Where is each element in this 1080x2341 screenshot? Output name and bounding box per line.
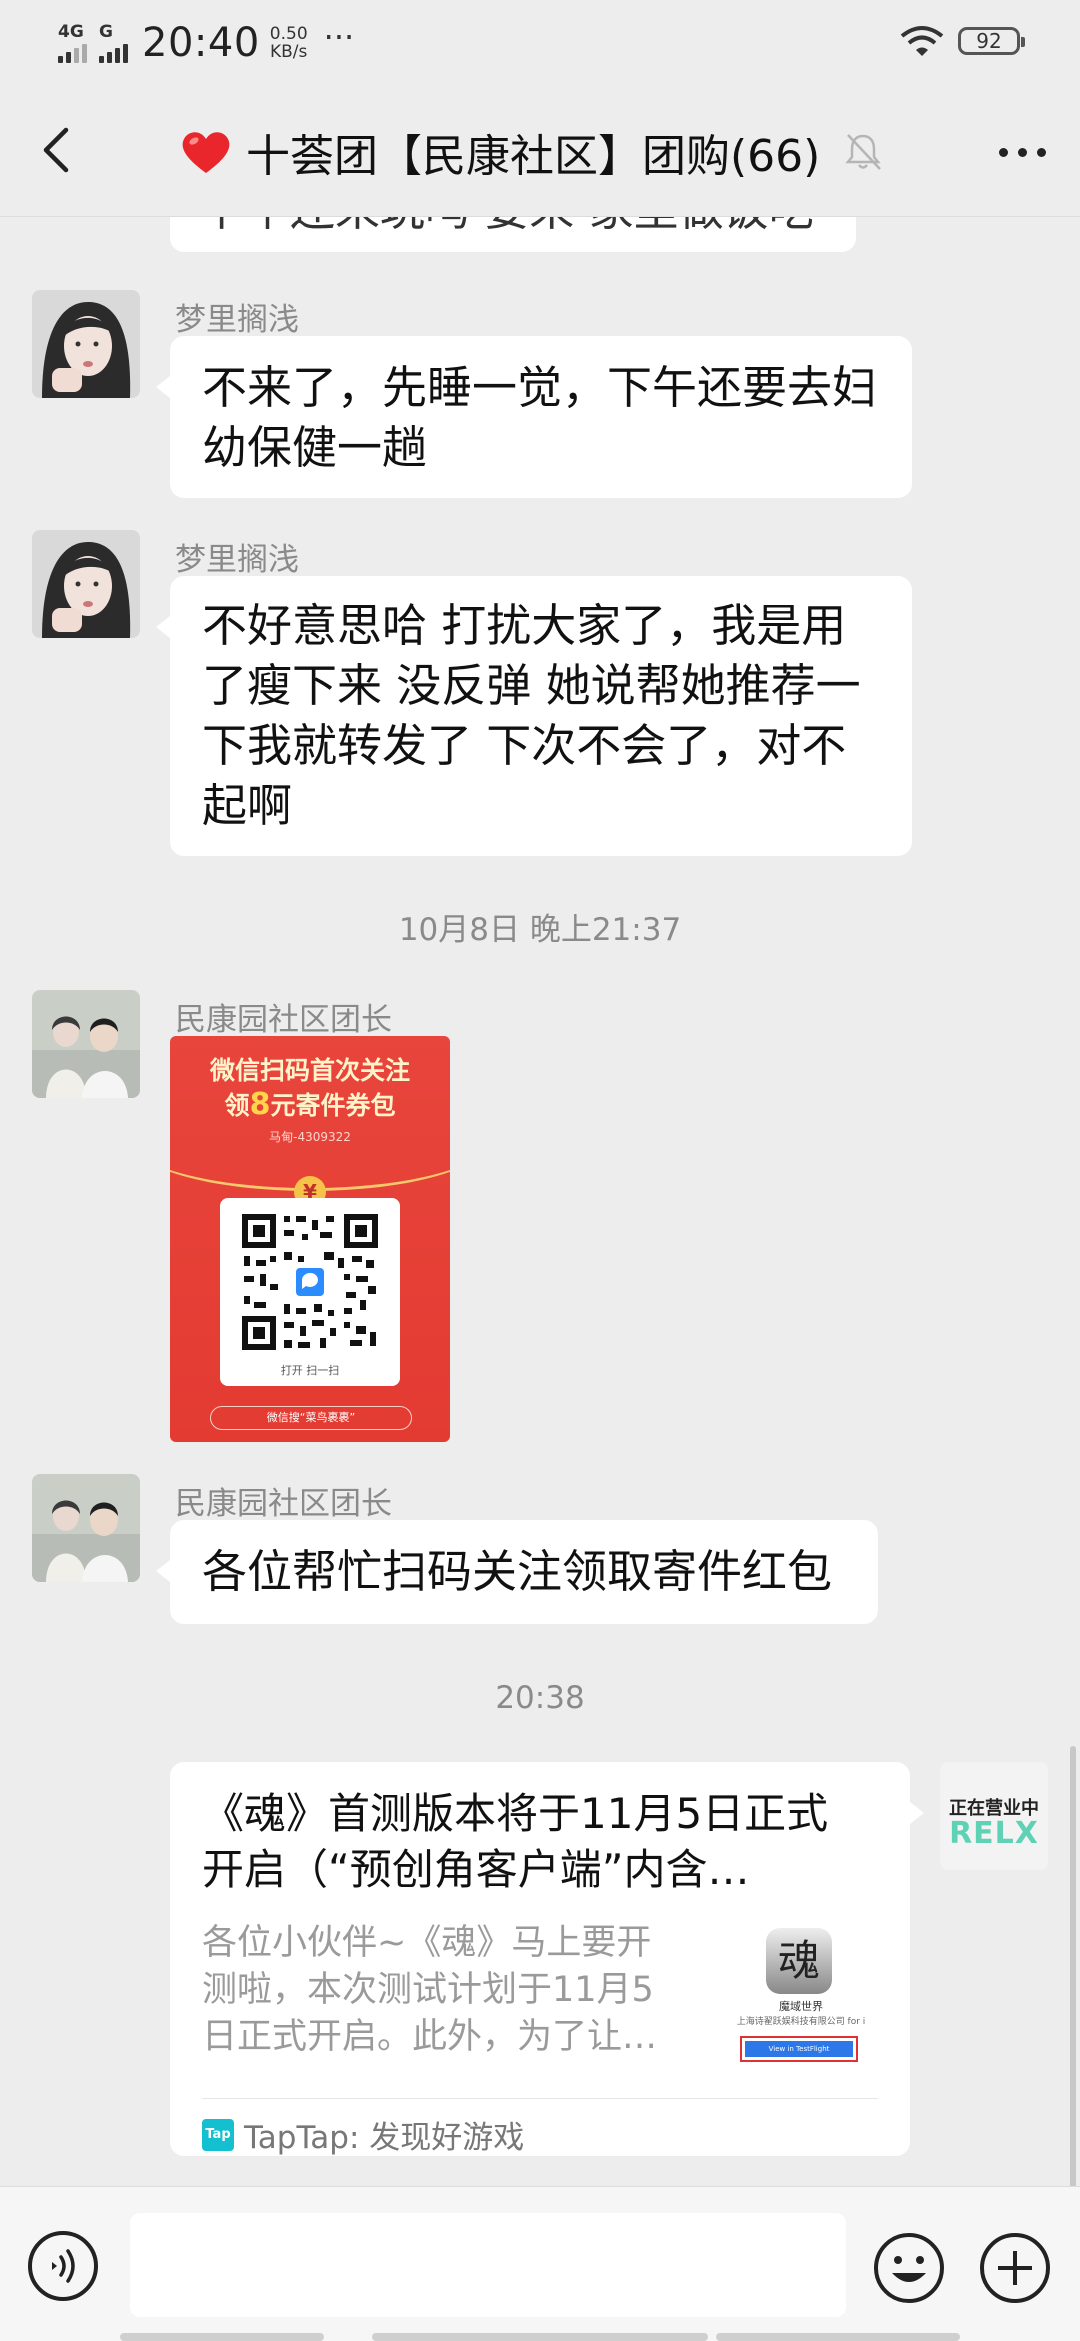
link-title: 《魂》首测版本将于11月5日正式 开启（“预创角客户端”内含… bbox=[202, 1786, 892, 1898]
qr-code-icon bbox=[240, 1212, 380, 1352]
message-line: 各位帮忙扫码关注领取寄件红包 bbox=[202, 1545, 833, 1598]
red-packet-amount: 8 bbox=[249, 1087, 271, 1122]
message-line: 幼保健一趟 bbox=[202, 421, 428, 474]
speed-unit: KB/s bbox=[270, 42, 308, 62]
wifi-icon bbox=[900, 26, 944, 56]
red-packet-title: 微信扫码首次关注 领8元寄件券包 bbox=[170, 1054, 450, 1123]
red-packet-image[interactable]: 微信扫码首次关注 领8元寄件券包 马甸-4309322 ¥ 打开 扫一扫 微信搜… bbox=[170, 1036, 450, 1442]
red-packet-code: 马甸-4309322 bbox=[269, 1130, 351, 1144]
self-avatar[interactable]: 正在营业中 RELX bbox=[940, 1762, 1048, 1870]
signal-2: G bbox=[99, 21, 128, 63]
sender-name: 民康园社区团长 bbox=[175, 1002, 392, 1038]
message-bubble[interactable]: 不来了，先睡一觉，下午还要去妇 幼保健一趟 bbox=[156, 336, 912, 498]
heart-emoji-icon bbox=[182, 132, 230, 173]
link-description: 各位小伙伴~《魂》马上要开 测啦，本次测试计划于11月5 日正式开启。此外，为了… bbox=[202, 1920, 702, 2061]
self-avatar-line2: RELX bbox=[949, 1816, 1039, 1851]
message-bubble-partial[interactable]: 下午还来玩吗 要来 家里做饭吃 bbox=[170, 216, 856, 252]
link-source: Tap TapTap: 发现好游戏 bbox=[202, 2112, 524, 2157]
red-packet-brand: 微信搜“菜鸟裹裹” bbox=[210, 1406, 412, 1430]
message-bubble[interactable]: 不好意思哈 打扰大家了，我是用 了瘦下来 没反弹 她说帮她推荐一 下我就转发了 … bbox=[156, 576, 912, 856]
chat-title: 十荟团【民康社区】团购(66) bbox=[246, 131, 821, 182]
message-timestamp: 20:38 bbox=[495, 1680, 585, 1716]
avatar[interactable] bbox=[32, 990, 140, 1098]
more-icon[interactable] bbox=[999, 148, 1046, 157]
message-line: 了瘦下来 没反弹 她说帮她推荐一 bbox=[202, 659, 861, 712]
qr-code-card: 打开 扫一扫 bbox=[220, 1198, 400, 1386]
status-more-indicator: ··· bbox=[323, 18, 355, 56]
emoji-icon[interactable] bbox=[872, 2231, 946, 2305]
plus-icon[interactable] bbox=[978, 2231, 1052, 2305]
battery-level: 92 bbox=[976, 29, 1002, 53]
link-title-line: 《魂》首测版本将于11月5日正式 bbox=[202, 1789, 829, 1838]
network-type-1: 4G bbox=[58, 21, 84, 42]
link-desc-line: 测啦，本次测试计划于11月5 bbox=[202, 1970, 654, 2010]
link-divider bbox=[202, 2098, 878, 2099]
app-icon: 魂 bbox=[766, 1928, 832, 1994]
message-line: 下我就转发了 下次不会了，对不 bbox=[202, 719, 847, 772]
chat-title-area[interactable]: 十荟团【民康社区】团购(66) bbox=[180, 120, 884, 184]
link-desc-line: 各位小伙伴~《魂》马上要开 bbox=[202, 1923, 652, 1963]
link-title-line: 开启（“预创角客户端”内含… bbox=[202, 1845, 750, 1894]
link-thumbnail: 魂 魔域世界 上海诗翟跃娱科技有限公司 for i View in TestFl… bbox=[726, 1928, 876, 2078]
testflight-button: View in TestFlight bbox=[740, 2036, 858, 2062]
message-input[interactable] bbox=[130, 2213, 846, 2317]
sender-name: 民康园社区团长 bbox=[175, 1486, 392, 1522]
voice-icon[interactable] bbox=[28, 2231, 98, 2301]
mute-icon bbox=[845, 134, 882, 170]
message-line: 不来了，先睡一觉，下午还要去妇 bbox=[202, 361, 878, 414]
avatar[interactable] bbox=[32, 290, 140, 398]
red-packet-title-pre: 领 bbox=[224, 1091, 250, 1120]
message-bubble[interactable]: 各位帮忙扫码关注领取寄件红包 bbox=[156, 1520, 878, 1624]
sender-name: 梦里搁浅 bbox=[175, 302, 299, 338]
battery-icon: 92 bbox=[958, 27, 1025, 55]
sender-name: 梦里搁浅 bbox=[175, 542, 299, 578]
taptap-icon: Tap bbox=[202, 2118, 234, 2151]
network-speed: 0.50 KB/s bbox=[270, 25, 308, 61]
red-packet-title-post: 元寄件券包 bbox=[270, 1091, 396, 1120]
message-text: 下午还来玩吗 要来 家里做饭吃 bbox=[200, 216, 814, 236]
chat-header: 十荟团【民康社区】团购(66) bbox=[0, 84, 1080, 217]
qr-caption: 打开 扫一扫 bbox=[280, 1364, 340, 1377]
link-source-label: TapTap: 发现好游戏 bbox=[244, 2120, 525, 2156]
signal-1: 4G bbox=[58, 21, 87, 63]
avatar[interactable] bbox=[32, 530, 140, 638]
speed-value: 0.50 bbox=[269, 24, 308, 44]
status-bar: 4G G 20:40 0.50 KB/s ··· 92 bbox=[0, 0, 1080, 84]
message-line: 不好意思哈 打扰大家了，我是用 bbox=[202, 599, 847, 652]
message-list[interactable]: 下午还来玩吗 要来 家里做饭吃 梦里搁浅 不来了，先睡一觉，下午还要去妇 幼保健… bbox=[0, 216, 1080, 2186]
clock: 20:40 bbox=[142, 20, 260, 66]
link-desc-line: 日正式开启。此外，为了让… bbox=[202, 2017, 658, 2057]
app-name: 魔域世界 bbox=[779, 2000, 823, 2013]
signal-bars-icon bbox=[99, 41, 128, 63]
network-type-2: G bbox=[99, 21, 113, 42]
red-packet-title-line1: 微信扫码首次关注 bbox=[209, 1056, 410, 1085]
message-line: 起啊 bbox=[202, 779, 293, 832]
signal-bars-icon bbox=[58, 41, 87, 63]
scrollbar[interactable] bbox=[1070, 1746, 1076, 2186]
message-timestamp: 10月8日 晚上21:37 bbox=[398, 912, 682, 948]
avatar[interactable] bbox=[32, 1474, 140, 1582]
link-card[interactable]: 《魂》首测版本将于11月5日正式 开启（“预创角客户端”内含… 各位小伙伴~《魂… bbox=[170, 1762, 924, 2157]
back-icon[interactable] bbox=[30, 120, 90, 180]
app-icon-glyph: 魂 bbox=[777, 1936, 820, 1985]
testflight-button-label: View in TestFlight bbox=[745, 2041, 853, 2057]
app-company: 上海诗翟跃娱科技有限公司 for i bbox=[736, 2017, 866, 2027]
input-bar bbox=[0, 2186, 1080, 2341]
